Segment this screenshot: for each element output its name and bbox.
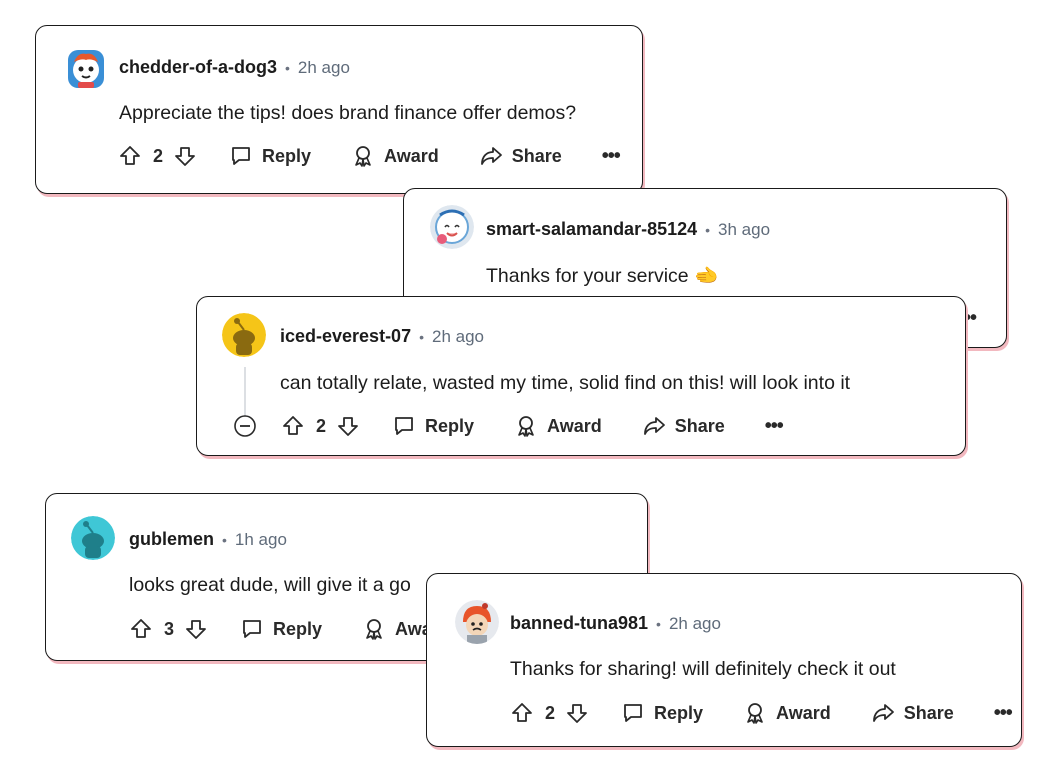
timestamp[interactable]: 2h ago [669, 614, 721, 634]
more-options-button[interactable]: ••• [765, 415, 784, 438]
comment-text: looks great dude, will give it a go [129, 574, 411, 596]
avatar-image [430, 205, 474, 249]
username[interactable]: iced-everest-07 [280, 326, 411, 347]
action-bar: 2 Reply Award Share ••• [510, 701, 1013, 725]
timestamp[interactable]: 1h ago [235, 530, 287, 550]
comment-card: banned-tuna981 • 2h ago Thanks for shari… [426, 573, 1022, 747]
separator-dot: • [656, 615, 661, 632]
action-bar: 2 Reply Award Share ••• [281, 414, 784, 438]
reply-button[interactable]: Reply [229, 144, 311, 168]
avatar-image [71, 516, 115, 560]
downvote-button[interactable] [336, 414, 360, 438]
avatar[interactable] [430, 205, 474, 249]
vote-score: 2 [545, 702, 556, 723]
username[interactable]: banned-tuna981 [510, 613, 648, 634]
thread-line [244, 367, 246, 417]
speech-bubble-icon [621, 701, 645, 725]
comment-card: chedder-of-a-dog3 • 2h ago Appreciate th… [35, 25, 643, 194]
comment-card: iced-everest-07 • 2h ago can totally rel… [196, 296, 966, 456]
upvote-button[interactable] [510, 701, 534, 725]
timestamp[interactable]: 2h ago [298, 58, 350, 78]
username[interactable]: gublemen [129, 529, 214, 550]
reply-label: Reply [425, 415, 475, 436]
more-options-button[interactable]: ••• [602, 145, 621, 168]
award-ribbon-icon [514, 414, 538, 438]
share-label: Share [511, 145, 562, 166]
speech-bubble-icon [229, 144, 253, 168]
upvote-icon [510, 701, 534, 725]
avatar-image [222, 313, 266, 357]
upvote-icon [281, 414, 305, 438]
award-ribbon-icon [743, 701, 767, 725]
username[interactable]: chedder-of-a-dog3 [119, 57, 277, 78]
comment-text: Thanks for your service 🫲 [486, 265, 719, 287]
award-label: Award [384, 145, 439, 166]
avatar[interactable] [455, 600, 499, 644]
collapse-minus-icon [234, 415, 256, 437]
reply-label: Reply [273, 618, 323, 639]
downvote-icon [173, 144, 197, 168]
reply-button[interactable]: Reply [392, 414, 474, 438]
share-button[interactable]: Share [479, 144, 562, 168]
upvote-button[interactable] [118, 144, 142, 168]
downvote-icon [336, 414, 360, 438]
downvote-icon [565, 701, 589, 725]
share-label: Share [674, 415, 725, 436]
comment-text: can totally relate, wasted my time, soli… [280, 372, 851, 394]
more-options-button[interactable]: ••• [994, 702, 1013, 725]
comment-text: Thanks for sharing! will definitely chec… [510, 658, 896, 680]
speech-bubble-icon [392, 414, 416, 438]
avatar[interactable] [64, 44, 108, 92]
share-arrow-icon [871, 701, 895, 725]
vote-score: 2 [153, 145, 164, 166]
upvote-button[interactable] [281, 414, 305, 438]
username[interactable]: smart-salamandar-85124 [486, 219, 697, 240]
separator-dot: • [222, 531, 227, 548]
downvote-button[interactable] [173, 144, 197, 168]
share-label: Share [903, 702, 954, 723]
upvote-icon [129, 617, 153, 641]
downvote-button[interactable] [184, 617, 208, 641]
reply-label: Reply [654, 702, 704, 723]
reply-button[interactable]: Reply [240, 617, 322, 641]
action-bar: 2 Reply Award Share ••• [118, 144, 621, 168]
share-arrow-icon [642, 414, 666, 438]
speech-bubble-icon [240, 617, 264, 641]
award-label: Award [547, 415, 602, 436]
vote-score: 2 [316, 415, 327, 436]
avatar-image [455, 600, 499, 644]
separator-dot: • [705, 221, 711, 238]
vote-score: 3 [164, 618, 175, 639]
action-bar: 3 Reply Award [129, 617, 450, 641]
comment-text: Appreciate the tips! does brand finance … [119, 102, 577, 124]
reply-label: Reply [262, 145, 312, 166]
upvote-icon [118, 144, 142, 168]
award-button[interactable]: Award [351, 144, 439, 168]
share-button[interactable]: Share [642, 414, 725, 438]
avatar[interactable] [71, 516, 115, 560]
award-ribbon-icon [351, 144, 375, 168]
upvote-button[interactable] [129, 617, 153, 641]
share-button[interactable]: Share [871, 701, 954, 725]
downvote-icon [184, 617, 208, 641]
collapse-thread-button[interactable] [233, 414, 257, 438]
timestamp[interactable]: 3h ago [718, 220, 770, 240]
share-arrow-icon [479, 144, 503, 168]
timestamp[interactable]: 2h ago [432, 327, 484, 347]
award-label: Award [776, 702, 831, 723]
reply-button[interactable]: Reply [621, 701, 703, 725]
award-ribbon-icon [362, 617, 386, 641]
avatar-image [68, 50, 104, 88]
separator-dot: • [285, 59, 290, 76]
separator-dot: • [419, 328, 424, 345]
avatar[interactable] [222, 313, 266, 357]
award-button[interactable]: Award [514, 414, 602, 438]
award-button[interactable]: Award [743, 701, 831, 725]
downvote-button[interactable] [565, 701, 589, 725]
